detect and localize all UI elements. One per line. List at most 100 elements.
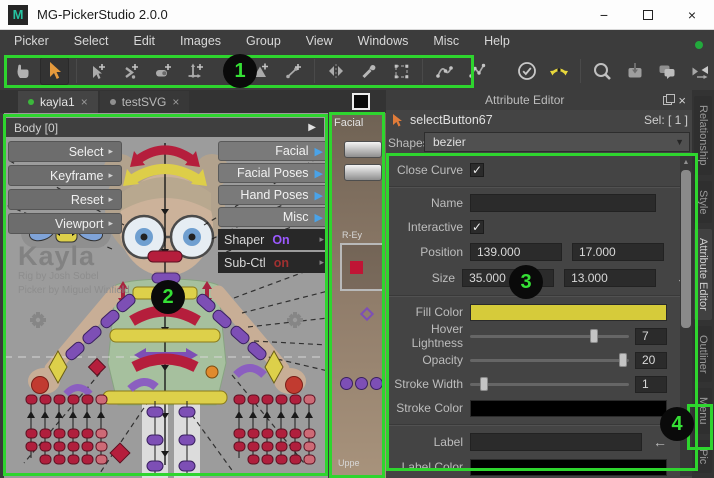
opacity-slider[interactable] — [470, 353, 629, 367]
zoom-tool-icon[interactable] — [588, 57, 616, 85]
play-arrow-icon: ▶ — [315, 167, 323, 180]
side-tab-attribute-editor[interactable]: Attribute Editor — [694, 229, 712, 320]
size-w-input[interactable] — [462, 269, 554, 287]
attribute-scrollbar[interactable]: ▲ — [680, 156, 692, 476]
apply-check-icon[interactable] — [512, 57, 540, 85]
picker-toggle-shaper[interactable]: ShaperOn▸ — [218, 229, 328, 250]
submenu-arrow-icon: ▸ — [108, 194, 113, 205]
fill-color-swatch[interactable] — [470, 304, 667, 321]
side-tab-menu[interactable]: Menu — [694, 388, 712, 434]
picker-button-select[interactable]: Select▸ — [8, 141, 122, 162]
add-select-icon[interactable] — [84, 57, 112, 85]
add-button-icon[interactable] — [149, 57, 177, 85]
select-cursor-icon[interactable] — [40, 57, 68, 85]
add-snap-icon[interactable] — [116, 57, 144, 85]
attribute-form: Close Curve ✓ Name Interactive ✓ Positio… — [386, 154, 692, 478]
swap-arrows-icon[interactable] — [545, 57, 573, 85]
eye-control-box[interactable] — [340, 243, 384, 291]
label-color-swatch[interactable] — [470, 459, 667, 476]
menu-item-picker[interactable]: Picker — [14, 34, 49, 48]
tab-kayla1[interactable]: kayla1× — [18, 91, 98, 113]
tab-testSVG[interactable]: testSVG× — [100, 91, 190, 113]
menu-item-help[interactable]: Help — [484, 34, 510, 48]
namespace-button[interactable] — [352, 93, 370, 110]
shapes-dropdown[interactable]: bezier ▼ — [424, 132, 690, 152]
picker-button-viewport[interactable]: Viewport▸ — [8, 213, 122, 234]
eyedropper-icon[interactable] — [354, 57, 382, 85]
name-input[interactable] — [470, 194, 656, 212]
picker-button-hand-poses[interactable]: Hand Poses▶ — [218, 185, 328, 205]
side-tab-style[interactable]: Style — [694, 181, 712, 223]
dock-icon[interactable] — [663, 96, 672, 105]
maximize-button[interactable] — [626, 0, 670, 30]
marquee-icon[interactable] — [387, 57, 415, 85]
expand-arrow-icon[interactable]: ▶ — [308, 122, 316, 133]
hover-lightness-value[interactable]: 7 — [635, 328, 667, 345]
minimize-button[interactable]: − — [582, 0, 626, 30]
curve-tool-icon[interactable] — [430, 57, 458, 85]
picker-group-header[interactable]: Body [0] ▶ — [6, 118, 324, 137]
scroll-up-icon[interactable]: ▲ — [680, 156, 692, 168]
toolbar-separator — [314, 59, 315, 83]
facial-dot-controls[interactable] — [340, 377, 383, 390]
add-line-icon[interactable] — [279, 57, 307, 85]
fill-color-row: Fill Color — [386, 300, 692, 324]
eye-control-red-square[interactable] — [350, 261, 363, 274]
position-y-input[interactable] — [572, 243, 664, 261]
picker-canvas[interactable]: Body [0] ▶ Select▸ Keyframe▸ Reset▸ Viewpor… — [4, 113, 328, 478]
stroke-width-value[interactable]: 1 — [635, 376, 667, 393]
picker-button-facial[interactable]: Facial▶ — [218, 141, 328, 161]
stroke-width-slider[interactable] — [470, 377, 629, 391]
side-tab-relationship[interactable]: Relationship — [694, 96, 712, 175]
node-cursor-icon — [390, 112, 406, 128]
label-color-label: Label Color — [386, 460, 470, 474]
side-tab-pic[interactable]: Pic — [694, 440, 712, 473]
comment-tool-icon[interactable] — [653, 57, 681, 85]
size-h-input[interactable] — [564, 269, 656, 287]
menu-item-edit[interactable]: Edit — [133, 34, 155, 48]
facial-gradient-button[interactable] — [344, 164, 382, 181]
facial-diamond-control[interactable] — [360, 307, 374, 321]
tab-close-icon[interactable]: × — [172, 95, 179, 109]
label-input[interactable] — [470, 433, 642, 451]
picker-button-misc[interactable]: Misc▶ — [218, 207, 328, 227]
revert-arrow-icon[interactable]: ← — [650, 434, 670, 451]
interactive-checkbox[interactable]: ✓ — [470, 220, 484, 234]
position-x-input[interactable] — [470, 243, 562, 261]
panel-close-icon[interactable]: × — [678, 93, 686, 108]
opacity-value[interactable]: 20 — [635, 352, 667, 369]
interactive-label: Interactive — [386, 220, 470, 234]
close-curve-checkbox[interactable]: ✓ — [470, 163, 484, 177]
menu-item-select[interactable]: Select — [74, 34, 109, 48]
text-tool-icon[interactable]: T — [214, 57, 242, 85]
add-move-icon[interactable] — [181, 57, 209, 85]
mirror-tool-icon[interactable] — [322, 57, 350, 85]
side-tab-outliner[interactable]: Outliner — [694, 326, 712, 383]
add-shape-icon[interactable] — [246, 57, 274, 85]
submenu-arrow-icon: ▸ — [108, 170, 113, 181]
export-tool-icon[interactable] — [621, 57, 649, 85]
close-button[interactable]: × — [670, 0, 714, 30]
stroke-color-swatch[interactable] — [470, 400, 667, 417]
separator — [386, 182, 692, 191]
polyline-tool-icon[interactable] — [463, 57, 491, 85]
tab-bar: kayla1×testSVG× — [0, 90, 386, 113]
size-label: Size — [386, 271, 462, 285]
facial-strip-panel[interactable]: Facial R-Ey Uppe — [330, 113, 386, 478]
scrollbar-handle[interactable] — [681, 170, 691, 328]
menu-item-group[interactable]: Group — [246, 34, 281, 48]
mirror-copy-icon[interactable] — [686, 57, 714, 85]
pick-hand-icon[interactable] — [8, 57, 36, 85]
facial-gradient-button[interactable] — [344, 141, 382, 158]
menu-item-windows[interactable]: Windows — [358, 34, 409, 48]
hover-lightness-slider[interactable] — [470, 329, 629, 343]
menu-item-view[interactable]: View — [306, 34, 333, 48]
picker-button-reset[interactable]: Reset▸ — [8, 189, 122, 210]
menu-item-misc[interactable]: Misc — [433, 34, 459, 48]
side-tab-strip: Relationship Style Attribute Editor Outline… — [692, 90, 714, 478]
menu-item-images[interactable]: Images — [180, 34, 221, 48]
picker-button-facial-poses[interactable]: Facial Poses▶ — [218, 163, 328, 183]
tab-close-icon[interactable]: × — [81, 95, 88, 109]
picker-toggle-sub-ctl[interactable]: Sub-Ctlon▸ — [218, 252, 328, 273]
picker-button-keyframe[interactable]: Keyframe▸ — [8, 165, 122, 186]
